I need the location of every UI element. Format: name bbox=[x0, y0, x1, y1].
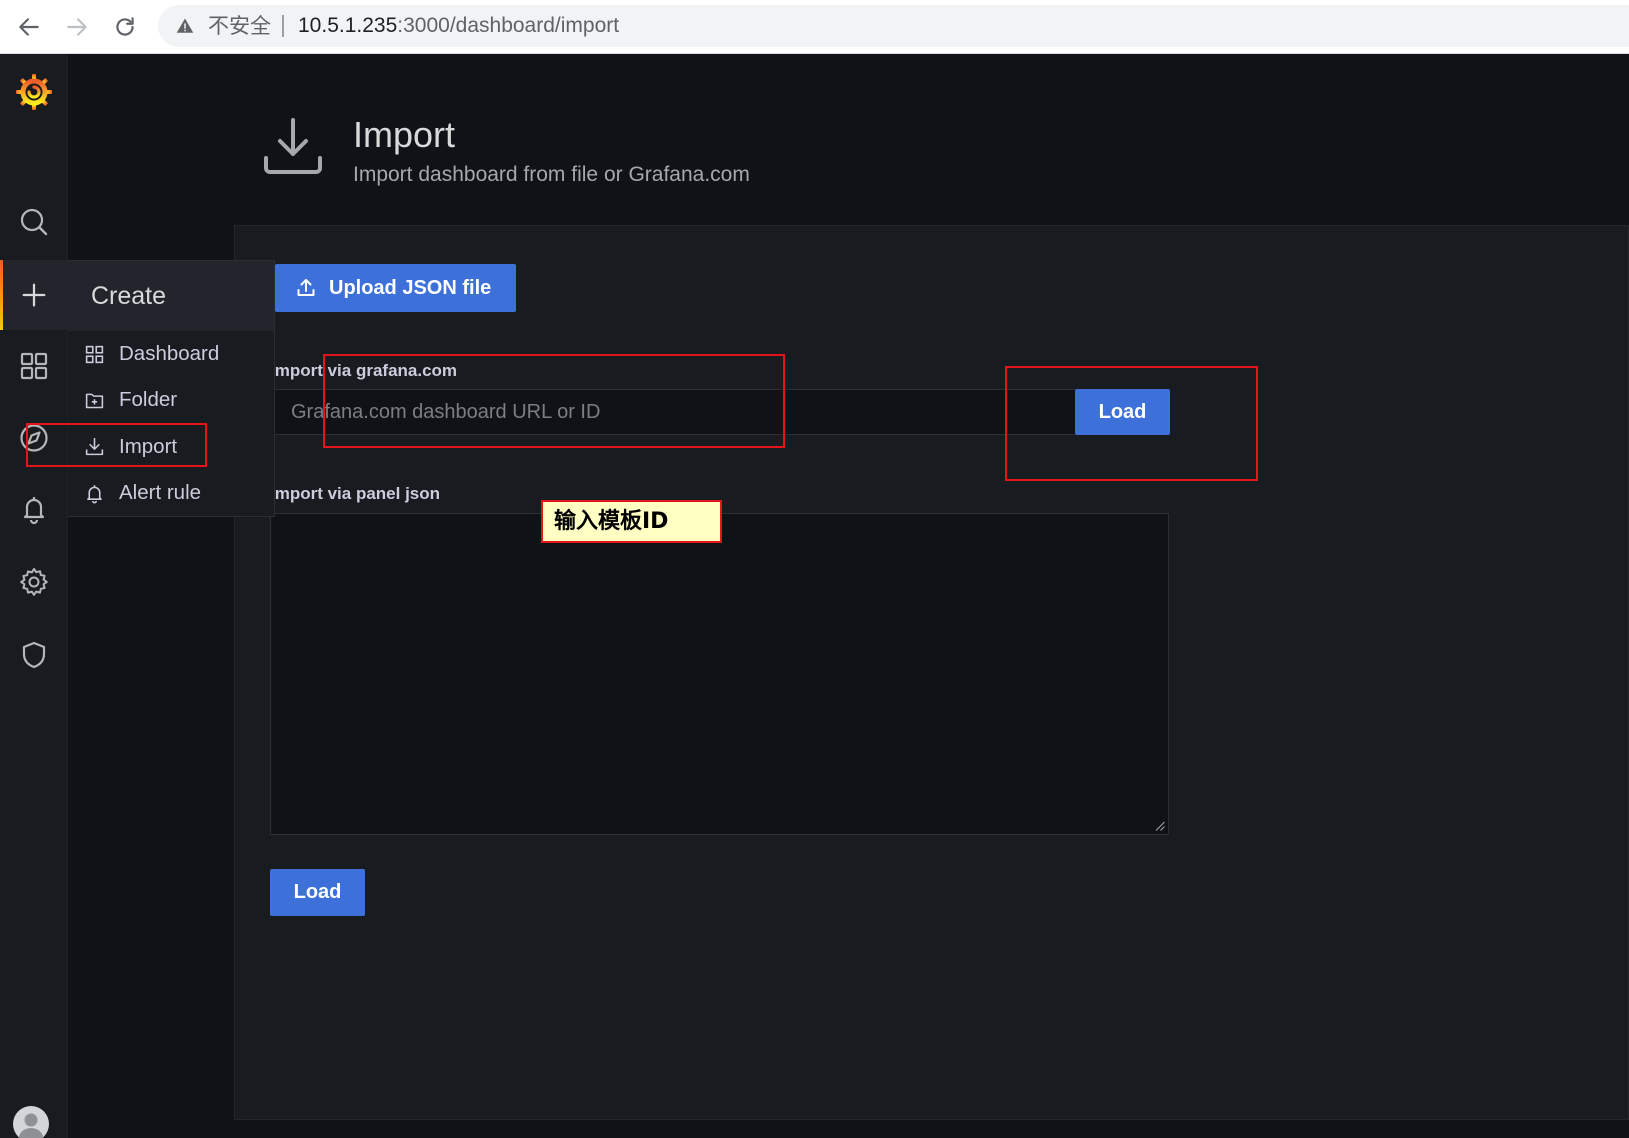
panel-json-label: Import via panel json bbox=[270, 484, 441, 503]
menu-item-label: Folder bbox=[119, 388, 178, 411]
sidebar-item-create[interactable] bbox=[0, 260, 68, 330]
bell-icon bbox=[84, 483, 105, 504]
back-button[interactable] bbox=[13, 11, 45, 43]
import-icon bbox=[262, 116, 324, 178]
forward-button[interactable] bbox=[61, 11, 93, 43]
url-path: :3000/dashboard/import bbox=[397, 14, 620, 37]
sidebar-item-search[interactable] bbox=[0, 198, 68, 246]
reload-icon bbox=[112, 14, 138, 40]
upload-json-label: Upload JSON file bbox=[329, 276, 492, 299]
sidebar-item-explore[interactable] bbox=[0, 414, 68, 462]
url-host: 10.5.1.235 bbox=[298, 14, 398, 37]
menu-item-folder[interactable]: Folder bbox=[68, 377, 274, 423]
panel-json-load-button[interactable]: Load bbox=[270, 869, 365, 916]
url-divider bbox=[282, 15, 284, 37]
plus-icon bbox=[19, 280, 49, 310]
compass-icon bbox=[18, 422, 50, 454]
grafana-com-label: Import via grafana.com bbox=[270, 361, 458, 380]
arrow-left-icon bbox=[16, 14, 42, 40]
page-subtitle: Import dashboard from file or Grafana.co… bbox=[353, 163, 750, 186]
grafana-logo bbox=[14, 71, 54, 111]
avatar[interactable] bbox=[13, 1106, 49, 1138]
page-title: Import bbox=[353, 114, 456, 155]
apps-icon bbox=[18, 350, 50, 382]
address-bar[interactable]: 不安全 10.5.1.235:3000/dashboard/import bbox=[158, 5, 1629, 47]
reload-button[interactable] bbox=[109, 11, 141, 43]
bell-icon bbox=[18, 493, 50, 525]
sidebar-item-configuration[interactable] bbox=[0, 558, 68, 606]
panel-json-textarea[interactable] bbox=[270, 513, 1169, 835]
grafana-com-load-button[interactable]: Load bbox=[1075, 389, 1170, 435]
create-menu-title[interactable]: Create bbox=[68, 261, 274, 331]
arrow-right-icon bbox=[64, 14, 90, 40]
gear-icon bbox=[18, 566, 50, 598]
menu-item-dashboard[interactable]: Dashboard bbox=[68, 331, 274, 377]
active-indicator bbox=[0, 260, 3, 330]
menu-item-import[interactable]: Import bbox=[68, 423, 274, 470]
shield-icon bbox=[18, 639, 50, 671]
menu-item-label: Alert rule bbox=[119, 481, 202, 504]
grafana-home-link[interactable] bbox=[0, 71, 68, 111]
create-menu: Create Dashboard Folder Import Alert rul… bbox=[68, 260, 275, 517]
menu-item-label: Import bbox=[119, 434, 178, 458]
callout-note: 输入模板ID bbox=[541, 500, 722, 543]
sidebar-item-dashboards[interactable] bbox=[0, 342, 68, 390]
url-text[interactable]: 10.5.1.235:3000/dashboard/import bbox=[298, 5, 619, 47]
menu-item-label: Dashboard bbox=[119, 342, 220, 365]
security-label[interactable]: 不安全 bbox=[208, 5, 271, 47]
sidebar-item-server-admin[interactable] bbox=[0, 631, 68, 679]
upload-json-button[interactable]: Upload JSON file bbox=[275, 264, 516, 312]
warning-triangle-icon[interactable] bbox=[176, 17, 194, 35]
apps-icon bbox=[84, 344, 105, 365]
grafana-com-url-input[interactable] bbox=[270, 389, 1075, 435]
import-icon bbox=[84, 436, 105, 457]
sidebar-item-alerting[interactable] bbox=[0, 485, 68, 533]
browser-toolbar: 不安全 10.5.1.235:3000/dashboard/import bbox=[0, 0, 1629, 54]
menu-item-alert-rule[interactable]: Alert rule bbox=[68, 470, 274, 516]
resize-grip-icon[interactable] bbox=[1155, 821, 1165, 831]
folder-plus-icon bbox=[84, 390, 105, 411]
search-icon bbox=[18, 206, 50, 238]
upload-icon bbox=[296, 278, 316, 298]
